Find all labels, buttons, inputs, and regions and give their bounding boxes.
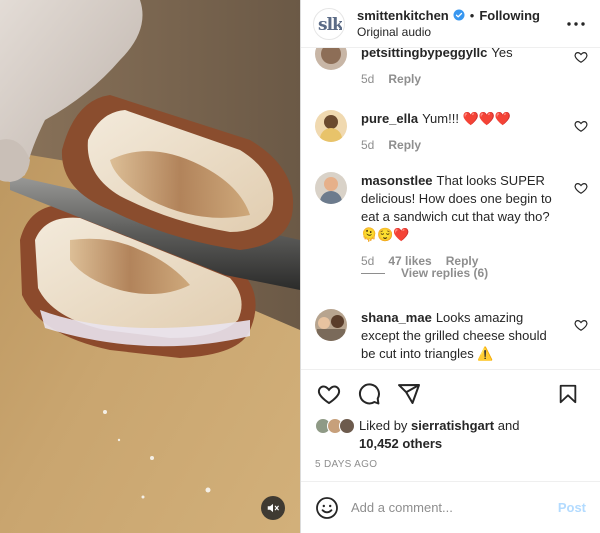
- commenter-avatar[interactable]: [315, 110, 347, 142]
- like-comment-heart-icon[interactable]: [574, 50, 588, 64]
- action-spacer: [437, 382, 540, 406]
- like-comment-heart-icon[interactable]: [574, 318, 588, 332]
- like-comment-heart-icon[interactable]: [574, 181, 588, 195]
- view-replies-button[interactable]: View replies (6): [361, 266, 488, 280]
- likes-count[interactable]: 10,452 others: [359, 436, 442, 451]
- author-username[interactable]: smittenkitchen: [357, 7, 449, 24]
- comment-item: petsittingbypeggyllc Yes 5d Reply: [315, 48, 588, 88]
- separator-dot: •: [469, 7, 475, 23]
- liker-avatars[interactable]: [315, 418, 355, 434]
- commenter-avatar[interactable]: [315, 48, 347, 70]
- replies-divider: [361, 272, 385, 274]
- more-options-button[interactable]: [566, 14, 586, 34]
- verified-badge-icon: [453, 9, 465, 21]
- comment-time[interactable]: 5d: [361, 136, 374, 154]
- likes-text: Liked by sierratishgart and 10,452 other…: [357, 417, 519, 453]
- comment-text: Yum!!! ❤️❤️❤️: [422, 111, 512, 126]
- comment-button[interactable]: [357, 382, 381, 406]
- post-comment-button[interactable]: Post: [558, 500, 586, 515]
- audio-label[interactable]: Original audio: [357, 24, 566, 41]
- comment-item: masonstlee That looks SUPER delicious! Ho…: [315, 172, 588, 270]
- post-video[interactable]: [0, 0, 300, 533]
- comment-username[interactable]: masonstlee: [361, 173, 433, 188]
- comment-username[interactable]: pure_ella: [361, 111, 418, 126]
- save-button[interactable]: [556, 382, 580, 406]
- post-date[interactable]: 5 days ago: [301, 459, 600, 481]
- share-icon: [398, 383, 420, 404]
- smitten-kitchen-logo: slk: [318, 15, 342, 35]
- share-button[interactable]: [397, 382, 421, 406]
- video-frame: [0, 0, 300, 533]
- svg-text:slk: slk: [318, 15, 342, 35]
- post-action-bar: [301, 369, 600, 417]
- comment-username[interactable]: petsittingbypeggyllc: [361, 48, 487, 60]
- post-details-panel: slk smittenkitchen • Following Original …: [300, 0, 600, 533]
- comment-icon: [358, 382, 380, 404]
- following-button[interactable]: Following: [479, 7, 540, 24]
- comment-item: pure_ella Yum!!! ❤️❤️❤️ 5d Reply: [315, 110, 588, 154]
- comment-username[interactable]: shana_mae: [361, 310, 432, 325]
- view-replies-label: View replies (6): [401, 266, 489, 280]
- comment-item: shana_mae Looks amazing except the grille…: [315, 309, 588, 363]
- mute-toggle-button[interactable]: [261, 496, 285, 520]
- more-horizontal-icon: [567, 21, 585, 26]
- comment-time[interactable]: 5d: [361, 70, 374, 88]
- reply-button[interactable]: Reply: [388, 136, 421, 154]
- reply-button[interactable]: Reply: [388, 70, 421, 88]
- likes-prefix: Liked by: [359, 418, 408, 433]
- commenter-avatar[interactable]: [315, 309, 347, 341]
- commenter-avatar[interactable]: [315, 172, 347, 204]
- comment-composer: Post: [301, 481, 600, 533]
- author-avatar[interactable]: slk: [313, 7, 345, 40]
- comments-list[interactable]: petsittingbypeggyllc Yes 5d Reply pure_el…: [301, 48, 600, 369]
- likes-summary: Liked by sierratishgart and 10,452 other…: [301, 417, 600, 453]
- liker-username[interactable]: sierratishgart: [411, 418, 494, 433]
- emoji-button[interactable]: [315, 496, 339, 520]
- instagram-post-view: slk smittenkitchen • Following Original …: [0, 0, 600, 533]
- bookmark-icon: [559, 384, 577, 403]
- like-comment-heart-icon[interactable]: [574, 119, 588, 133]
- liker-avatar: [339, 418, 355, 434]
- like-button[interactable]: [317, 382, 341, 406]
- comment-text: Yes: [491, 48, 513, 60]
- emoji-icon: [316, 496, 338, 519]
- speaker-muted-icon: [267, 503, 279, 513]
- comment-input[interactable]: [351, 500, 550, 515]
- post-header: slk smittenkitchen • Following Original …: [301, 0, 600, 48]
- likes-connector: and: [497, 418, 520, 433]
- heart-icon: [317, 384, 341, 404]
